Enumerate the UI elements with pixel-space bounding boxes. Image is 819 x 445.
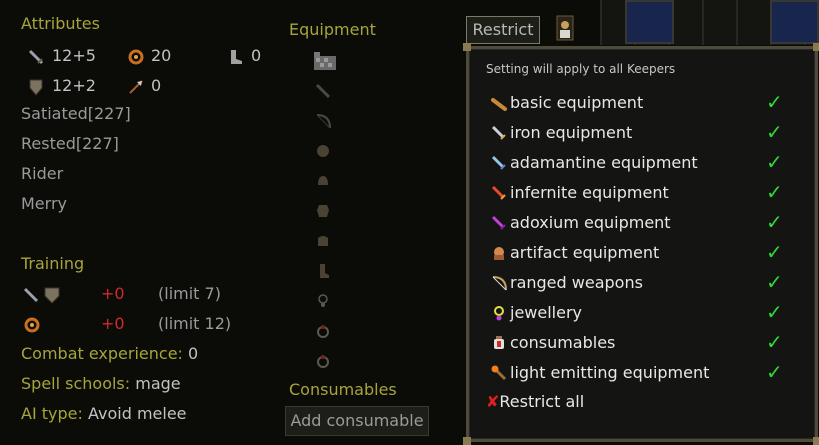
consumables-heading: Consumables <box>289 380 397 399</box>
popup-corner <box>813 437 819 445</box>
artifact-icon <box>494 247 504 260</box>
sword-shield-icon <box>23 287 60 304</box>
check-icon[interactable]: ✓ <box>766 270 783 294</box>
add-consumable-button[interactable]: Add consumable <box>285 406 429 436</box>
armor-slot-icon[interactable] <box>314 202 332 220</box>
potion-icon <box>494 336 504 349</box>
training-magic-limit: (limit 12) <box>158 314 232 333</box>
popup-corner <box>813 43 819 51</box>
check-icon[interactable]: ✓ <box>766 360 783 384</box>
torch-icon <box>491 365 507 381</box>
popup-note: Setting will apply to all Keepers <box>486 62 676 76</box>
ai-type: AI type: Avoid melee <box>21 404 187 423</box>
status-merry: Merry <box>21 194 67 213</box>
check-icon[interactable]: ✓ <box>766 210 783 234</box>
magic-value: 20 <box>151 46 172 65</box>
ring-slot-icon[interactable] <box>314 352 332 370</box>
shield-slot-icon[interactable] <box>314 142 332 160</box>
training-melee-delta: +0 <box>101 284 125 303</box>
training-magic-delta: +0 <box>101 314 125 333</box>
helmet-slot-icon[interactable] <box>314 172 332 190</box>
status-satiated: Satiated[227] <box>21 104 131 123</box>
combat-experience-label: Combat experience: <box>21 344 183 363</box>
restrict-item-label: infernite equipment <box>510 183 669 202</box>
gloves-slot-icon[interactable] <box>314 232 332 250</box>
infernite-sword-icon <box>491 185 506 200</box>
amulet-slot-icon[interactable] <box>314 292 332 310</box>
spell-schools: Spell schools: mage <box>21 374 181 393</box>
status-rider: Rider <box>21 164 64 183</box>
restrict-item-label: adamantine equipment <box>510 153 698 172</box>
check-icon[interactable]: ✓ <box>766 330 783 354</box>
ai-type-label: AI type: <box>21 404 83 423</box>
combat-experience: Combat experience: 0 <box>21 344 198 363</box>
spell-schools-label: Spell schools: <box>21 374 131 393</box>
bow-slot-icon[interactable] <box>314 112 332 130</box>
melee-value: 12+5 <box>52 46 96 65</box>
wall-window <box>625 0 674 44</box>
attributes-heading: Attributes <box>21 14 100 33</box>
check-icon[interactable]: ✓ <box>766 90 783 114</box>
ring-slot-icon[interactable] <box>314 322 332 340</box>
restrict-item-label: ranged weapons <box>510 273 643 292</box>
restrict-item-label: light emitting equipment <box>510 363 710 382</box>
check-icon[interactable]: ✓ <box>766 180 783 204</box>
check-icon[interactable]: ✓ <box>766 150 783 174</box>
boots-slot-icon[interactable] <box>314 262 332 280</box>
restrict-all-button[interactable]: ✘Restrict all <box>486 392 584 411</box>
equipment-heading: Equipment <box>289 20 376 39</box>
arrow-icon <box>129 80 143 94</box>
ai-type-value: Avoid melee <box>87 404 187 423</box>
status-rested: Rested[227] <box>21 134 119 153</box>
dungeon-wall-background <box>600 0 819 45</box>
speed-value: 0 <box>251 46 262 65</box>
shield-icon <box>29 79 43 96</box>
check-icon[interactable]: ✓ <box>766 240 783 264</box>
iron-sword-icon <box>491 125 506 140</box>
adoxium-sword-icon <box>491 215 506 230</box>
check-icon[interactable]: ✓ <box>766 120 783 144</box>
restrict-item-label: iron equipment <box>510 123 633 142</box>
magic-swirl-icon <box>24 317 40 333</box>
restrict-item-label: consumables <box>510 333 616 352</box>
restrict-button[interactable]: Restrict <box>466 16 540 44</box>
restrict-item-label: jewellery <box>510 303 582 322</box>
spell-schools-value: mage <box>135 374 181 393</box>
steed-icon[interactable] <box>312 50 338 74</box>
restrict-item-label: basic equipment <box>510 93 644 112</box>
weapon-slot-icon[interactable] <box>314 82 332 100</box>
restrict-item-label: artifact equipment <box>510 243 660 262</box>
combat-experience-value: 0 <box>188 344 199 363</box>
training-melee-limit: (limit 7) <box>158 284 221 303</box>
magic-swirl-icon <box>128 49 144 65</box>
defense-value: 12+2 <box>52 76 96 95</box>
restrict-all-label: Restrict all <box>499 392 585 411</box>
boot-icon <box>231 50 242 64</box>
cross-icon: ✘ <box>486 392 500 411</box>
club-icon <box>491 98 507 111</box>
check-icon[interactable]: ✓ <box>766 300 783 324</box>
restrict-item-label: adoxium equipment <box>510 213 671 232</box>
training-heading: Training <box>21 254 85 273</box>
adamantine-sword-icon <box>491 155 506 170</box>
wall-window <box>770 0 819 44</box>
keeper-icon <box>556 15 574 41</box>
sword-icon <box>28 49 44 65</box>
amulet-icon <box>494 306 504 321</box>
popup-corner <box>463 437 471 445</box>
bow-icon <box>492 276 507 291</box>
ranged-value: 0 <box>151 76 162 95</box>
popup-corner <box>463 43 471 51</box>
